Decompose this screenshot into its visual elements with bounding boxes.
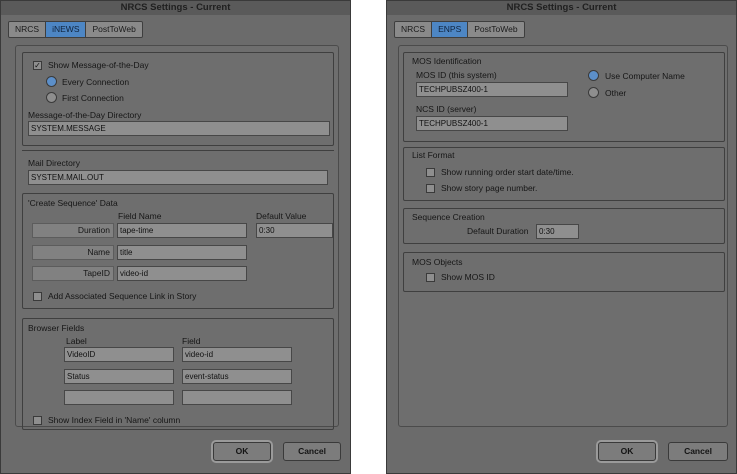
other-label: Other	[605, 88, 627, 98]
mail-directory-input[interactable]: SYSTEM.MAIL.OUT	[28, 170, 328, 185]
sequence-creation-title: Sequence Creation	[412, 212, 485, 222]
add-sequence-link-checkbox[interactable]	[33, 292, 42, 301]
left-settings-window: NRCS Settings - Current NRCS iNEWS PostT…	[0, 0, 351, 474]
every-connection-label: Every Connection	[62, 77, 130, 87]
default-value-header: Default Value	[256, 211, 307, 221]
browser-field-input[interactable]	[182, 390, 292, 405]
ncs-id-input[interactable]: TECHPUBSZ400-1	[416, 116, 568, 131]
show-motd-checkbox[interactable]: ✓	[33, 61, 42, 70]
browser-field-input[interactable]: event-status	[182, 369, 292, 384]
inews-settings-panel: ✓ Show Message-of-the-Day Every Connecti…	[15, 45, 339, 430]
duration-label: Duration	[32, 223, 114, 238]
duration-default-input[interactable]: 0:30	[256, 223, 333, 238]
browser-label-input[interactable]: VideoID	[64, 347, 174, 362]
tab-inews[interactable]: iNEWS	[46, 22, 87, 37]
create-sequence-title: 'Create Sequence' Data	[28, 198, 118, 208]
show-story-page-label: Show story page number.	[441, 183, 538, 193]
tab-enps[interactable]: ENPS	[432, 22, 469, 37]
name-label: Name	[32, 245, 114, 260]
tab-posttoweb[interactable]: PostToWeb	[86, 22, 142, 37]
ok-button[interactable]: OK	[598, 442, 656, 461]
tapeid-label: TapeID	[32, 266, 114, 281]
default-duration-input[interactable]: 0:30	[536, 224, 579, 239]
every-connection-radio[interactable]	[46, 76, 57, 87]
right-settings-window: NRCS Settings - Current NRCS ENPS PostTo…	[386, 0, 737, 474]
show-mos-id-label: Show MOS ID	[441, 272, 495, 282]
cancel-button[interactable]: Cancel	[283, 442, 341, 461]
show-mos-id-checkbox[interactable]	[426, 273, 435, 282]
other-radio[interactable]	[588, 87, 599, 98]
first-connection-label: First Connection	[62, 93, 124, 103]
show-motd-label: Show Message-of-the-Day	[48, 60, 149, 70]
browser-label-input[interactable]	[64, 390, 174, 405]
mos-id-label: MOS ID (this system)	[416, 70, 497, 80]
tab-nrcs[interactable]: NRCS	[9, 22, 47, 37]
default-duration-label: Default Duration	[467, 226, 529, 236]
tab-bar: NRCS iNEWS PostToWeb	[8, 21, 143, 38]
motd-directory-input[interactable]: SYSTEM.MESSAGE	[28, 121, 330, 136]
show-story-page-checkbox[interactable]	[426, 184, 435, 193]
browser-fields-title: Browser Fields	[28, 323, 85, 333]
ncs-id-label: NCS ID (server)	[416, 104, 477, 114]
field-header: Field	[182, 336, 201, 346]
mos-identification-title: MOS Identification	[412, 56, 482, 66]
mos-objects-title: MOS Objects	[412, 257, 463, 267]
browser-field-input[interactable]: video-id	[182, 347, 292, 362]
show-index-field-checkbox[interactable]	[33, 416, 42, 425]
duration-field-input[interactable]: tape-time	[117, 223, 247, 238]
tab-nrcs[interactable]: NRCS	[395, 22, 433, 37]
use-computer-name-radio[interactable]	[588, 70, 599, 81]
add-sequence-link-label: Add Associated Sequence Link in Story	[48, 291, 197, 301]
divider	[22, 150, 334, 151]
browser-label-input[interactable]: Status	[64, 369, 174, 384]
field-name-header: Field Name	[118, 211, 162, 221]
ok-button[interactable]: OK	[213, 442, 271, 461]
window-title: NRCS Settings - Current	[1, 1, 350, 15]
enps-settings-panel: MOS Identification MOS ID (this system) …	[398, 45, 728, 427]
name-field-input[interactable]: title	[117, 245, 247, 260]
tab-bar: NRCS ENPS PostToWeb	[394, 21, 525, 38]
show-index-field-label: Show Index Field in 'Name' column	[48, 415, 181, 425]
window-title: NRCS Settings - Current	[387, 1, 736, 15]
first-connection-radio[interactable]	[46, 92, 57, 103]
list-format-title: List Format	[412, 150, 455, 160]
cancel-button[interactable]: Cancel	[668, 442, 728, 461]
tab-posttoweb[interactable]: PostToWeb	[468, 22, 524, 37]
mos-id-input[interactable]: TECHPUBSZ400-1	[416, 82, 568, 97]
motd-directory-label: Message-of-the-Day Directory	[28, 110, 142, 120]
show-running-order-checkbox[interactable]	[426, 168, 435, 177]
label-header: Label	[66, 336, 87, 346]
mail-directory-label: Mail Directory	[28, 158, 80, 168]
show-running-order-label: Show running order start date/time.	[441, 167, 574, 177]
tapeid-field-input[interactable]: video-id	[117, 266, 247, 281]
use-computer-name-label: Use Computer Name	[605, 71, 685, 81]
